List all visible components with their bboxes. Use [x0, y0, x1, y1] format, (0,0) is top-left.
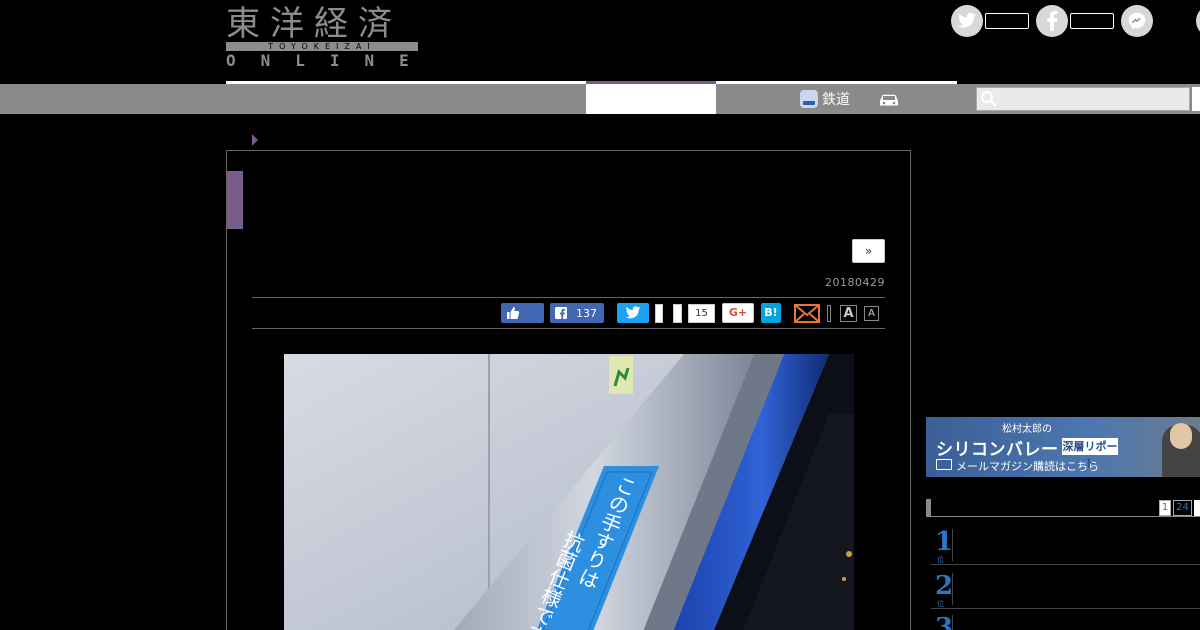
nav-item-rail[interactable]: 鉄道	[800, 88, 850, 110]
banner-subscribe-text: メールマガジン購読はこちら	[956, 460, 1099, 473]
ranking-tab-1[interactable]: 1	[1159, 500, 1171, 516]
ranking-header-line	[926, 516, 1200, 517]
facebook-share-count: 137	[576, 306, 597, 320]
article-box: » 20180429 137 15 G+ B! A A この手すりは 抗菌仕様で…	[226, 150, 911, 630]
ranking-item[interactable]: 3	[931, 613, 1200, 630]
facebook-follow-count	[1070, 13, 1114, 29]
googleplus-share-button[interactable]: G+	[722, 303, 754, 323]
page: 東洋経済 TOYOKEIZAI ONLINE 鉄道 » 20180429 137…	[0, 0, 1200, 630]
facebook-like-button[interactable]	[501, 303, 544, 323]
title-accent-bar	[227, 171, 243, 229]
facebook-share-button[interactable]: 137	[550, 303, 604, 323]
mail-icon	[936, 459, 952, 470]
line-icon[interactable]	[1196, 5, 1200, 37]
facebook-follow-icon[interactable]	[1036, 5, 1068, 37]
rank-number: 1	[935, 527, 954, 557]
font-size-small-button[interactable]: A	[864, 306, 879, 321]
site-logo[interactable]: 東洋経済 TOYOKEIZAI ONLINE	[226, 6, 420, 72]
ranking-item[interactable]: 1 位	[931, 527, 1200, 565]
twitter-share-button[interactable]	[617, 303, 649, 323]
mail-share-icon[interactable]	[794, 304, 820, 323]
twitter-follow-count	[985, 13, 1029, 29]
car-icon[interactable]	[878, 92, 900, 106]
breadcrumb-arrow-icon	[252, 134, 258, 146]
train-icon	[800, 90, 818, 108]
logo-online: ONLINE	[226, 51, 434, 70]
nav-tab-active[interactable]	[586, 84, 716, 114]
search-icon	[980, 90, 998, 108]
rank-separator	[952, 615, 953, 630]
article-date: 20180429	[825, 276, 885, 289]
twitter-follow-icon[interactable]	[951, 5, 983, 37]
hatena-bookmark-button[interactable]: B!	[761, 303, 781, 323]
ranking-header-bar	[926, 499, 931, 517]
nav-item-rail-label: 鉄道	[822, 92, 850, 108]
banner-tag: 深層リポート	[1062, 438, 1118, 470]
rank-divider	[931, 564, 1200, 565]
ranking-tab-24[interactable]: 24	[1173, 500, 1192, 516]
ranking-item[interactable]: 2 位	[931, 571, 1200, 609]
banner-person-face	[1170, 423, 1192, 449]
banner-title: シリコンバレー	[936, 440, 1059, 460]
font-size-divider	[827, 305, 831, 322]
ranking-tab-next[interactable]	[1194, 500, 1200, 516]
share-divider-top	[252, 297, 885, 298]
share-divider-bottom	[252, 328, 885, 329]
search-input[interactable]	[976, 87, 1190, 111]
rank-number: 2	[935, 571, 954, 601]
messenger-icon[interactable]	[1121, 5, 1153, 37]
pocket-count: 15	[688, 304, 715, 323]
rank-separator	[952, 573, 953, 605]
search-button[interactable]	[1192, 87, 1200, 111]
newsletter-banner[interactable]: 松村太郎の シリコンバレー 深層リポート メールマガジン購読はこちら	[926, 417, 1200, 477]
banner-author: 松村太郎の	[1002, 424, 1052, 435]
font-size-large-button[interactable]: A	[840, 305, 857, 322]
rank-number: 3	[935, 613, 954, 630]
rank-separator	[952, 529, 953, 561]
article-photo: この手すりは 抗菌仕様です	[284, 354, 854, 630]
logo-kanji: 東洋経済	[226, 4, 402, 44]
twitter-share-count	[655, 304, 663, 323]
next-page-button[interactable]: »	[852, 239, 885, 263]
rank-divider	[931, 608, 1200, 609]
pocket-button[interactable]	[673, 304, 682, 323]
